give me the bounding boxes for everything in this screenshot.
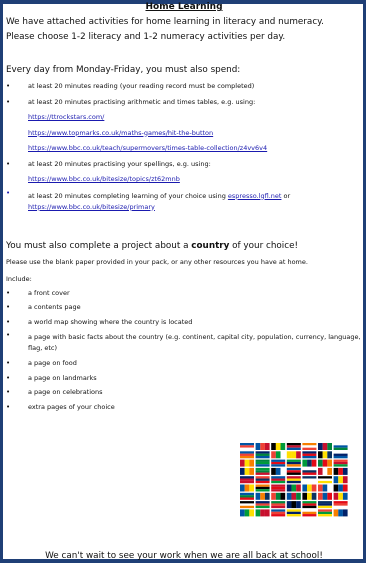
link-hit-the-button[interactable]: https://www.topmarks.co.uk/maths-games/h… (6, 126, 362, 142)
task-choice: • at least 20 minutes completing learnin… (6, 188, 291, 211)
link-espresso[interactable]: espresso.lgfl.net (228, 192, 282, 200)
closing-message: We can't wait to see your work when we a… (45, 551, 323, 561)
intro-text: We have attached activities for home lea… (6, 15, 362, 45)
bullet: • (6, 159, 11, 168)
world-flags-icon (240, 443, 348, 517)
include-item: • a front cover (6, 288, 70, 297)
link-bitesize-primary[interactable]: https://www.bbc.co.uk/bitesize/primary (28, 203, 155, 211)
task-spellings: • at least 20 minutes practising your spe… (6, 157, 362, 173)
daily-task-list-2: • at least 20 minutes practising your spe… (6, 157, 362, 173)
intro-line-1: We have attached activities for home lea… (6, 17, 324, 27)
include-list: • a front cover • a contents page • a world… (6, 286, 362, 416)
include-item: • extra pages of your choice (6, 403, 115, 412)
daily-task-list: • at least 20 minutes reading (your readi… (6, 79, 362, 110)
bullet: • (6, 97, 11, 106)
link-bitesize-spellings[interactable]: https://www.bbc.co.uk/bitesize/topics/zt… (6, 172, 362, 188)
page-title: Home Learning (145, 2, 223, 12)
bullet: • (6, 188, 11, 197)
include-item: • a world map showing where the country i… (6, 318, 193, 327)
bullet: • (6, 82, 11, 90)
project-note: Please use the blank paper provided in y… (6, 257, 308, 266)
link-ttrockstars[interactable]: https://ttrockstars.com/ (6, 110, 362, 126)
every-day-lead: Every day from Monday-Friday, you must a… (6, 65, 241, 75)
link-supermovers[interactable]: https://www.bbc.co.uk/teach/supermovers/… (6, 141, 362, 157)
include-item: • a page on celebrations (6, 388, 103, 397)
include-item: • a page with basic facts about the count… (6, 330, 361, 352)
task-reading: • at least 20 minutes reading (your readi… (6, 79, 362, 95)
task-arithmetic: • at least 20 minutes practising arithmet… (6, 95, 362, 111)
daily-task-list-3: • at least 20 minutes completing learnin… (6, 188, 362, 213)
include-item: • a contents page (6, 303, 81, 312)
include-item: • a page on food (6, 358, 77, 367)
include-item: • a page on landmarks (6, 373, 97, 382)
intro-line-2: Please choose 1-2 literacy and 1-2 numer… (6, 32, 286, 42)
include-label: Include: (6, 274, 32, 283)
project-lead: You must also complete a project about a… (6, 240, 299, 251)
